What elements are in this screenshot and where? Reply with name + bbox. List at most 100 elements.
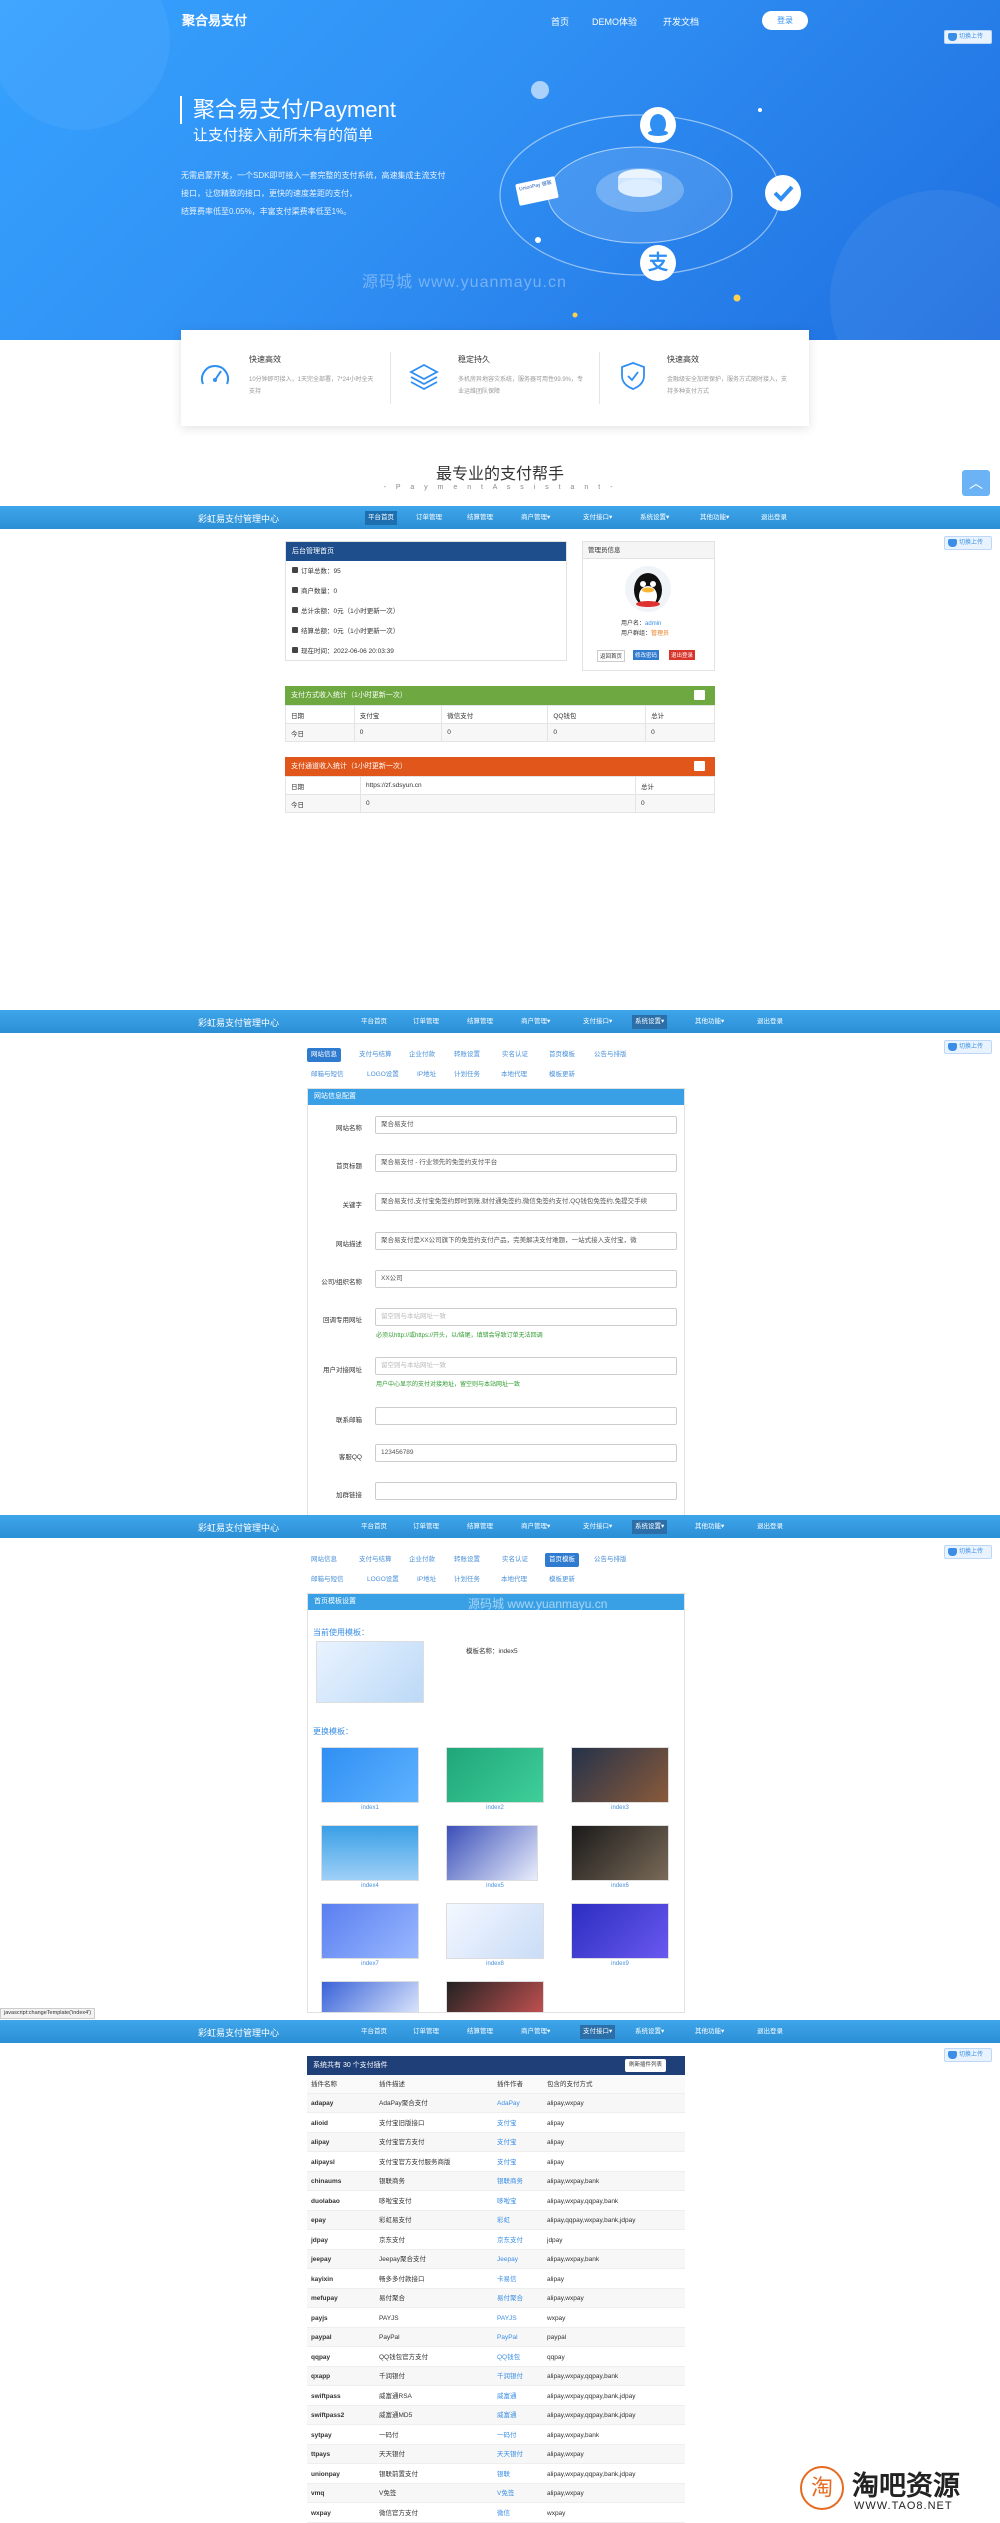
tab-template[interactable]: 首页模板 <box>545 1048 579 1062</box>
tab-notice[interactable]: 公告与排版 <box>590 1048 631 1062</box>
tab-pay[interactable]: 支付与结算 <box>355 1553 396 1567</box>
qq-input[interactable]: 123456789 <box>375 1444 677 1462</box>
email-input[interactable] <box>375 1407 677 1425</box>
menu-orders[interactable]: 订单管理 <box>410 1015 442 1029</box>
template-thumb[interactable] <box>446 1981 544 2013</box>
menu-logout[interactable]: 退出登录 <box>754 1015 786 1029</box>
author-link[interactable]: 银联商务 <box>497 2172 523 2191</box>
nav-demo[interactable]: DEMO体验 <box>592 15 637 28</box>
company-input[interactable]: XX公司 <box>375 1270 677 1288</box>
back-to-top-button[interactable]: ︿ <box>962 470 990 496</box>
callback-url-input[interactable]: 留空则与本站网址一致 <box>375 1308 677 1326</box>
menu-system[interactable]: 系统设置▾ <box>632 1015 668 1029</box>
menu-other[interactable]: 其他功能▾ <box>692 1015 727 1029</box>
current-template-thumb[interactable] <box>316 1641 424 1703</box>
tab-transfer[interactable]: 转账设置 <box>450 1553 484 1567</box>
tab-site-info[interactable]: 网站信息 <box>307 1553 341 1567</box>
tab-proxy[interactable]: 本地代理 <box>497 1573 531 1587</box>
admin-title[interactable]: 彩虹易支付管理中心 <box>198 512 279 525</box>
template-thumb[interactable] <box>321 1903 419 1959</box>
float-upload-button[interactable]: 切换上传 <box>944 536 992 550</box>
template-caption[interactable]: index3 <box>571 1805 669 1811</box>
tab-cron[interactable]: 计划任务 <box>450 1068 484 1082</box>
tab-pay[interactable]: 支付与结算 <box>355 1048 396 1062</box>
template-thumb[interactable] <box>321 1747 419 1803</box>
group-link-input[interactable] <box>375 1482 677 1500</box>
template-thumb[interactable] <box>571 1747 669 1803</box>
author-link[interactable]: 微信 <box>497 2504 510 2523</box>
float-upload-button[interactable]: 切换上传 <box>944 30 992 44</box>
author-link[interactable]: PAYJS <box>497 2309 517 2328</box>
author-link[interactable]: QQ钱包 <box>497 2348 520 2367</box>
menu-payment[interactable]: 支付接口▾ <box>580 2025 616 2039</box>
login-button[interactable]: 登录 <box>762 11 808 30</box>
user-url-input[interactable]: 留空则与本站网址一致 <box>375 1357 677 1375</box>
menu-payment[interactable]: 支付接口▾ <box>580 511 615 525</box>
menu-home[interactable]: 平台首页 <box>358 1520 390 1534</box>
template-caption[interactable]: index2 <box>446 1805 544 1811</box>
author-link[interactable]: 支付宝 <box>497 2153 517 2172</box>
menu-merchants[interactable]: 商户管理▾ <box>518 2025 553 2039</box>
author-link[interactable]: 千润银付 <box>497 2367 523 2386</box>
author-link[interactable]: PayPal <box>497 2328 518 2347</box>
tab-cron[interactable]: 计划任务 <box>450 1573 484 1587</box>
tab-logo[interactable]: LOGO设置 <box>363 1573 403 1587</box>
collapse-icon[interactable] <box>694 690 705 700</box>
author-link[interactable]: 哆啦宝 <box>497 2192 517 2211</box>
site-brand[interactable]: 聚合易支付 <box>182 10 247 29</box>
description-input[interactable]: 聚合易支付是XX公司旗下的免签约支付产品，完美解决支付难题，一站式接入支付宝，微 <box>375 1232 677 1250</box>
change-password-button[interactable]: 修改密码 <box>633 650 660 660</box>
collapse-icon[interactable] <box>694 761 705 771</box>
float-upload-button[interactable]: 切换上传 <box>944 1040 992 1054</box>
tab-site-info[interactable]: 网站信息 <box>307 1048 341 1062</box>
template-caption[interactable]: index1 <box>321 1805 419 1811</box>
menu-orders[interactable]: 订单管理 <box>413 511 445 525</box>
tab-enterprise[interactable]: 企业付款 <box>405 1048 439 1062</box>
tab-logo[interactable]: LOGO设置 <box>363 1068 403 1082</box>
tab-proxy[interactable]: 本地代理 <box>497 1068 531 1082</box>
author-link[interactable]: 京东支付 <box>497 2231 523 2250</box>
template-thumb[interactable] <box>571 1825 669 1881</box>
menu-logout[interactable]: 退出登录 <box>754 2025 786 2039</box>
menu-logout[interactable]: 退出登录 <box>758 511 790 525</box>
menu-other[interactable]: 其他功能▾ <box>697 511 732 525</box>
template-thumb[interactable] <box>321 1981 419 2013</box>
menu-settle[interactable]: 结算管理 <box>464 511 496 525</box>
tab-mail-sms[interactable]: 邮箱与短信 <box>307 1068 348 1082</box>
template-thumb[interactable] <box>446 1747 544 1803</box>
author-link[interactable]: 威富通 <box>497 2387 517 2406</box>
template-thumb[interactable] <box>571 1903 669 1959</box>
author-link[interactable]: 支付宝 <box>497 2114 517 2133</box>
menu-merchants[interactable]: 商户管理▾ <box>518 511 553 525</box>
menu-orders[interactable]: 订单管理 <box>410 2025 442 2039</box>
template-caption[interactable]: index7 <box>321 1961 419 1967</box>
logout-button[interactable]: 退出登录 <box>669 650 696 660</box>
menu-orders[interactable]: 订单管理 <box>410 1520 442 1534</box>
admin-title[interactable]: 彩虹易支付管理中心 <box>198 1016 279 1029</box>
template-caption[interactable]: index4 <box>321 1883 419 1889</box>
admin-title[interactable]: 彩虹易支付管理中心 <box>198 2026 279 2039</box>
author-link[interactable]: AdaPay <box>497 2094 520 2113</box>
tab-update[interactable]: 模板更新 <box>545 1573 579 1587</box>
menu-other[interactable]: 其他功能▾ <box>692 1520 727 1534</box>
author-link[interactable]: Jeepay <box>497 2250 518 2269</box>
menu-other[interactable]: 其他功能▾ <box>692 2025 727 2039</box>
home-button[interactable]: 返回首页 <box>597 650 626 662</box>
menu-logout[interactable]: 退出登录 <box>754 1520 786 1534</box>
float-upload-button[interactable]: 切换上传 <box>944 1545 992 1559</box>
float-upload-button[interactable]: 切换上传 <box>944 2048 992 2062</box>
keywords-input[interactable]: 聚合易支付,支付宝免签约即时到账,财付通免签约,微信免签约支付,QQ钱包免签约,… <box>375 1193 677 1211</box>
menu-home[interactable]: 平台首页 <box>365 511 397 525</box>
author-link[interactable]: 卡易信 <box>497 2270 517 2289</box>
tab-enterprise[interactable]: 企业付款 <box>405 1553 439 1567</box>
tab-realname[interactable]: 实名认证 <box>498 1048 532 1062</box>
tab-notice[interactable]: 公告与排版 <box>590 1553 631 1567</box>
menu-settle[interactable]: 结算管理 <box>464 1520 496 1534</box>
menu-home[interactable]: 平台首页 <box>358 1015 390 1029</box>
menu-settle[interactable]: 结算管理 <box>464 2025 496 2039</box>
tab-transfer[interactable]: 转账设置 <box>450 1048 484 1062</box>
author-link[interactable]: 威富通 <box>497 2406 517 2425</box>
menu-payment[interactable]: 支付接口▾ <box>580 1520 615 1534</box>
template-caption[interactable]: index9 <box>571 1961 669 1967</box>
menu-system[interactable]: 系统设置▾ <box>632 1520 668 1534</box>
